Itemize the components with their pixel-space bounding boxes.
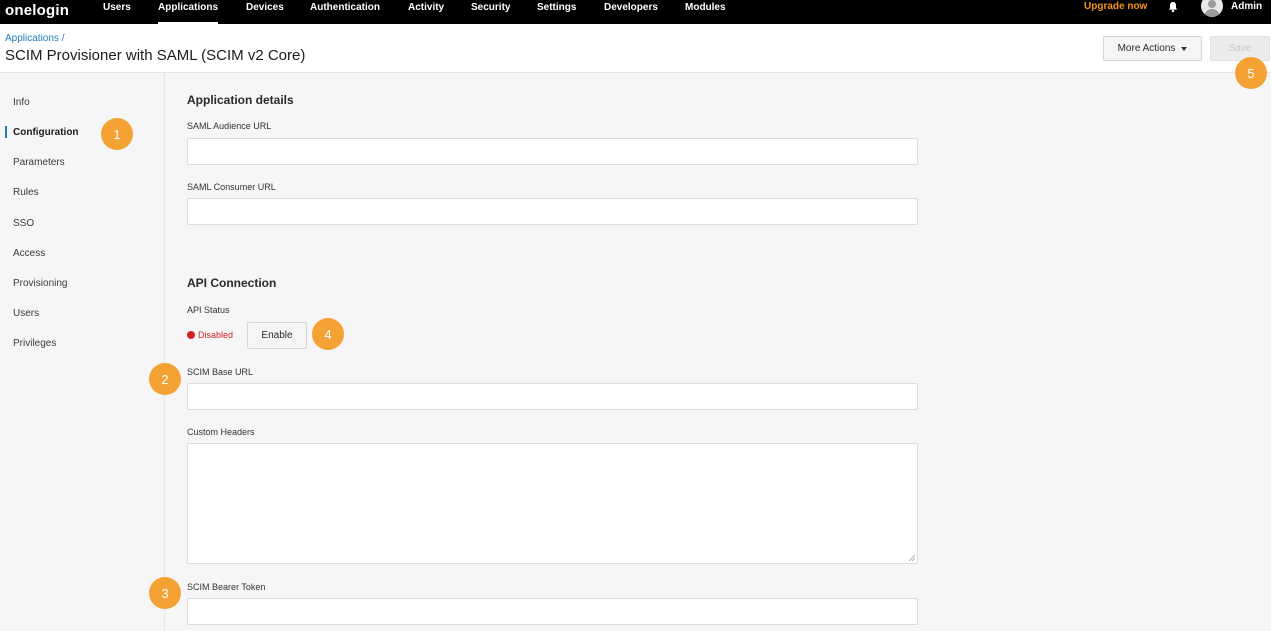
sidebar-active-indicator: [5, 126, 7, 138]
api-status-value: Disabled: [198, 330, 234, 340]
avatar-icon[interactable]: [1201, 0, 1223, 17]
scim-bearer-token-label: SCIM Bearer Token: [187, 582, 266, 592]
page-title: SCIM Provisioner with SAML (SCIM v2 Core…: [5, 47, 306, 64]
sidebar-item-sso[interactable]: SSO: [13, 218, 34, 230]
application-details-title: Application details: [187, 93, 294, 107]
onelogin-logo[interactable]: onelogin: [5, 1, 69, 21]
saml-consumer-url-input[interactable]: [187, 198, 918, 225]
sidebar-item-configuration[interactable]: Configuration: [13, 127, 79, 139]
sidebar-item-access[interactable]: Access: [13, 248, 45, 260]
saml-consumer-url-label: SAML Consumer URL: [187, 182, 276, 192]
more-actions-label: More Actions: [1117, 43, 1176, 54]
scim-base-url-label: SCIM Base URL: [187, 367, 254, 377]
callout-badge-3: 3: [149, 577, 181, 609]
bell-icon[interactable]: [1167, 1, 1179, 13]
nav-item-security[interactable]: Security: [471, 0, 510, 24]
nav-item-devices[interactable]: Devices: [246, 0, 284, 24]
breadcrumb-applications[interactable]: Applications /: [5, 33, 64, 45]
api-status-label: API Status: [187, 305, 230, 315]
more-actions-button[interactable]: More Actions: [1103, 36, 1202, 61]
save-button[interactable]: Save: [1210, 36, 1270, 61]
configuration-panel: Application details SAML Audience URL SA…: [166, 74, 1271, 631]
sidebar: Info Configuration Parameters Rules SSO …: [0, 74, 165, 631]
nav-item-applications[interactable]: Applications: [158, 0, 219, 24]
nav-item-modules[interactable]: Modules: [685, 0, 726, 24]
resize-handle-icon[interactable]: [908, 554, 915, 561]
scim-base-url-input[interactable]: [187, 383, 918, 410]
upgrade-now-link[interactable]: Upgrade now: [1084, 1, 1147, 13]
saml-audience-url-label: SAML Audience URL: [187, 121, 272, 131]
nav-item-authentication[interactable]: Authentication: [310, 0, 380, 24]
status-indicator-icon: [187, 331, 195, 339]
custom-headers-label: Custom Headers: [187, 427, 255, 437]
api-connection-title: API Connection: [187, 276, 277, 290]
callout-badge-5: 5: [1235, 57, 1267, 89]
sidebar-item-users[interactable]: Users: [13, 308, 39, 320]
custom-headers-textarea[interactable]: [187, 443, 918, 564]
sidebar-item-parameters[interactable]: Parameters: [13, 157, 65, 169]
saml-audience-url-input[interactable]: [187, 138, 918, 165]
user-menu-admin[interactable]: Admin: [1231, 1, 1262, 13]
page-header: Applications / SCIM Provisioner with SAM…: [0, 24, 1271, 73]
chevron-down-icon: [1181, 46, 1188, 51]
sidebar-item-rules[interactable]: Rules: [13, 187, 39, 199]
sidebar-item-privileges[interactable]: Privileges: [13, 338, 56, 350]
callout-badge-2: 2: [149, 363, 181, 395]
scim-bearer-token-input[interactable]: [187, 598, 918, 625]
nav-item-users[interactable]: Users: [103, 0, 131, 24]
sidebar-item-info[interactable]: Info: [13, 97, 30, 109]
callout-badge-4: 4: [312, 318, 344, 350]
nav-item-activity[interactable]: Activity: [408, 0, 444, 24]
nav-item-developers[interactable]: Developers: [604, 0, 658, 24]
top-navigation-bar: onelogin Users Applications Devices Auth…: [0, 0, 1271, 24]
enable-api-button[interactable]: Enable: [247, 322, 307, 349]
callout-badge-1: 1: [101, 118, 133, 150]
sidebar-item-provisioning[interactable]: Provisioning: [13, 278, 67, 290]
nav-item-settings[interactable]: Settings: [537, 0, 576, 24]
